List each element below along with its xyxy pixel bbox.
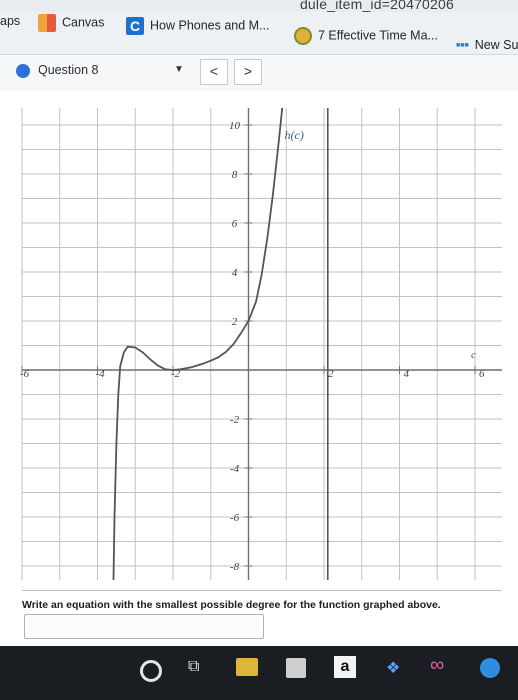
x-tick-label: 2 [328,368,334,380]
bookmark-time-management[interactable]: 7 Effective Time Ma... [294,27,438,45]
url-text: dule_item_id=20470206 [299,0,454,12]
function-label: h(c) [285,128,304,142]
canvas-icon [38,14,56,32]
next-question-button[interactable]: > [234,59,262,85]
bookmark-label: 7 Effective Time Ma... [318,28,438,43]
answer-input[interactable] [24,614,264,639]
address-bar[interactable]: dule_item_id=20470206 [0,0,518,12]
y-tick-label: -8 [230,561,240,573]
function-curve [112,108,284,580]
c-icon: C [126,17,144,35]
edge-icon[interactable] [480,658,500,678]
start-circle-icon[interactable] [140,660,162,682]
taskbar: ⧉ a ❖ ∞ [0,646,518,700]
dropbox-icon[interactable]: ❖ [386,658,400,678]
y-tick-label: 2 [232,316,238,328]
question-select[interactable]: Question 8 [38,63,98,77]
apps-bookmark[interactable]: aps [0,14,20,28]
store-icon[interactable] [286,658,306,678]
y-tick-label: -6 [230,512,240,524]
y-tick-label: 4 [232,267,238,279]
y-tick-label: 6 [232,218,238,230]
function-graph: -6-4-2246108642-2-4-6-8-10h(c)ca [0,98,518,598]
x-axis-label: c [471,349,476,361]
caret-down-icon[interactable]: ▼ [174,64,184,75]
bookmark-label: How Phones and M... [150,18,270,33]
bookmark-label: Canvas [62,15,105,30]
x-tick-label: -6 [20,368,30,380]
bookmark-how-phones[interactable]: C How Phones and M... [126,17,270,35]
infinity-icon[interactable]: ∞ [430,654,444,677]
graph-svg: -6-4-2246108642-2-4-6-8-10h(c)ca [20,108,502,591]
x-tick-label: 6 [479,368,485,380]
bookmark-new[interactable]: ■■■ New Su [456,38,518,52]
question-status-icon [16,64,30,78]
x-tick-label: 4 [404,368,410,380]
task-view-icon[interactable]: ⧉ [188,658,199,676]
bookmark-label: New Su [474,38,518,52]
dots-icon: ■■■ [456,42,469,50]
prev-question-button[interactable]: < [200,59,228,85]
bookmark-canvas[interactable]: Canvas [38,14,104,32]
y-tick-label: 10 [229,120,241,132]
question-nav: Question 8 ▼ < > [0,55,518,91]
x-tick-label: -4 [96,368,106,380]
file-explorer-icon[interactable] [236,658,258,676]
clock-icon [294,27,312,45]
y-tick-label: -2 [230,414,240,426]
y-tick-label: -4 [230,463,240,475]
y-tick-label: 8 [232,169,238,181]
bookmarks-bar: aps Canvas C How Phones and M... 7 Effect… [0,12,518,55]
question-prompt: Write an equation with the smallest poss… [22,599,441,611]
amazon-icon[interactable]: a [334,656,356,678]
